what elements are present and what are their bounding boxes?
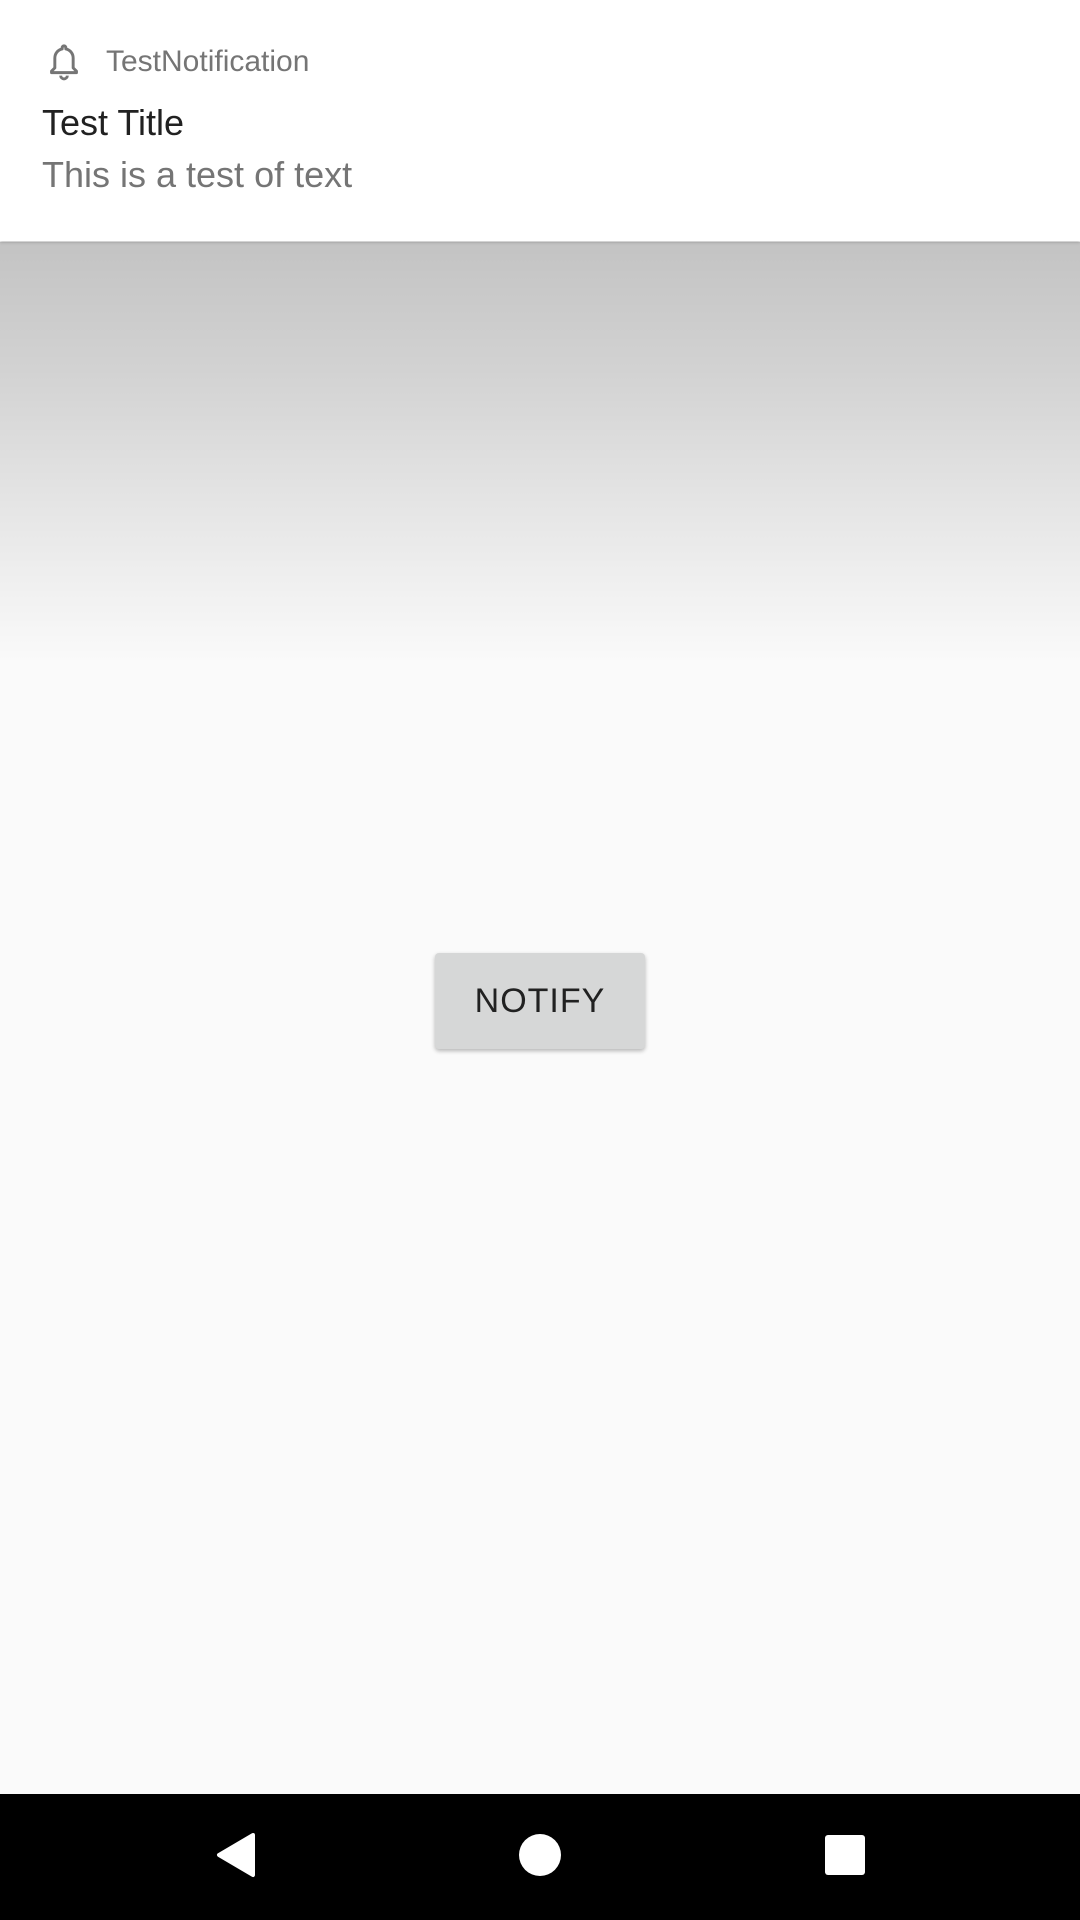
back-triangle-icon xyxy=(213,1831,257,1884)
home-button[interactable] xyxy=(475,1794,605,1920)
recents-button[interactable] xyxy=(780,1794,910,1920)
screen: NOTIFY TestNotification Test Title This … xyxy=(0,0,1080,1920)
notification-app-name: TestNotification xyxy=(106,45,310,78)
back-button[interactable] xyxy=(170,1794,300,1920)
home-circle-icon xyxy=(518,1833,562,1882)
heads-up-notification[interactable]: TestNotification Test Title This is a te… xyxy=(0,0,1080,241)
notify-button[interactable]: NOTIFY xyxy=(435,953,645,1049)
notification-text: This is a test of text xyxy=(42,154,353,195)
recents-square-icon xyxy=(824,1834,866,1881)
notification-header: TestNotification xyxy=(42,38,309,86)
app-content: NOTIFY xyxy=(0,0,1080,1794)
notification-title: Test Title xyxy=(42,102,185,143)
bell-icon xyxy=(42,40,86,84)
navigation-bar xyxy=(0,1794,1080,1920)
